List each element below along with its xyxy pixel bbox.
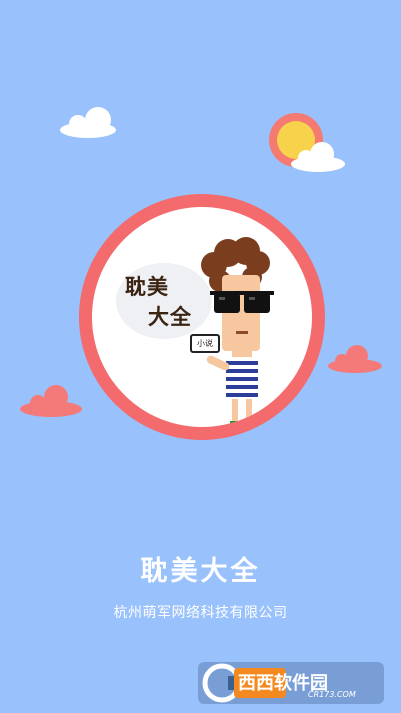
character-illustration — [201, 237, 274, 426]
phone-icon: 小说 — [190, 334, 220, 353]
logo-text-line1: 耽美 — [125, 275, 169, 299]
sun-icon — [268, 112, 348, 174]
app-logo: 耽美 大全 小说 — [79, 194, 325, 440]
logo-text-line2: 大全 — [148, 305, 192, 329]
cloud-icon — [326, 342, 384, 374]
cloud-icon — [18, 382, 84, 418]
cloud-icon — [58, 102, 118, 138]
app-title: 耽美大全 — [140, 556, 261, 587]
logo-inner-circle: 耽美 大全 小说 — [92, 207, 312, 427]
watermark-url: CR173.COM — [308, 690, 356, 699]
watermark-logo: 西西软件园 CR173.COM — [198, 658, 384, 708]
company-name: 杭州萌军网络科技有限公司 — [113, 605, 288, 621]
